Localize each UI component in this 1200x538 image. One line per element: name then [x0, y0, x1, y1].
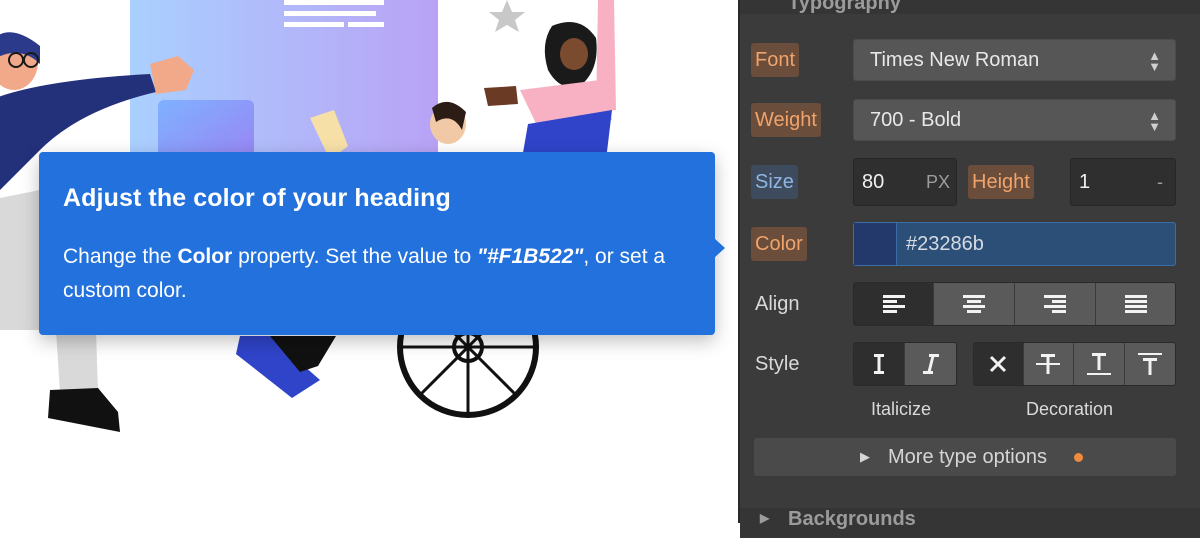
- weight-select[interactable]: 700 - Bold ▲ ▼: [853, 99, 1176, 141]
- overline-icon: [1137, 353, 1162, 375]
- chevron-right-icon: ▶: [860, 449, 870, 464]
- onboarding-tooltip: Adjust the color of your heading Change …: [39, 152, 725, 335]
- weight-label[interactable]: Weight: [751, 103, 821, 137]
- decoration-caption: Decoration: [1026, 399, 1114, 419]
- size-value: 80: [862, 171, 885, 193]
- font-value: Times New Roman: [870, 49, 1040, 71]
- color-swatch[interactable]: [854, 223, 897, 265]
- font-select[interactable]: Times New Roman ▲ ▼: [853, 39, 1176, 81]
- tooltip-property-name: Color: [177, 245, 233, 268]
- underline-button[interactable]: [1074, 343, 1125, 385]
- line-height-input[interactable]: 1 -: [1070, 158, 1176, 206]
- size-label[interactable]: Size: [751, 165, 798, 199]
- more-type-options-button[interactable]: ▶ More type options: [754, 438, 1176, 476]
- align-justify-button[interactable]: [1096, 283, 1175, 325]
- decoration-none-button[interactable]: [974, 343, 1024, 385]
- align-label: Align: [755, 293, 800, 315]
- tooltip-target-value: "#F1B522": [477, 245, 584, 268]
- typography-section-header[interactable]: Typography: [740, 0, 1200, 14]
- size-input[interactable]: 80 PX: [853, 158, 957, 206]
- color-hex-value: #23286b: [906, 233, 984, 255]
- strikethrough-icon: [1036, 354, 1061, 374]
- italic-on-icon: [922, 354, 939, 374]
- line-height-unit[interactable]: -: [1157, 159, 1163, 205]
- align-button-group: [853, 282, 1176, 326]
- align-left-button[interactable]: [854, 283, 934, 325]
- font-label[interactable]: Font: [751, 43, 800, 77]
- tooltip-text: Change the: [63, 245, 178, 268]
- more-type-options-label: More type options: [888, 446, 1047, 468]
- underline-icon: [1086, 353, 1111, 375]
- caret-down-icon: ▼: [1148, 59, 1161, 74]
- modified-indicator-dot: [1074, 453, 1083, 462]
- italicize-caption: Italicize: [871, 399, 932, 419]
- align-justify-icon: [1124, 295, 1147, 313]
- tooltip-text: property. Set the value to: [232, 245, 478, 268]
- italic-on-button[interactable]: [905, 343, 956, 385]
- color-label[interactable]: Color: [751, 227, 807, 261]
- design-canvas: Adjust the color of your heading Change …: [0, 0, 738, 523]
- caret-down-icon: ▼: [1148, 119, 1161, 134]
- strikethrough-button[interactable]: [1023, 343, 1075, 385]
- tooltip-pointer: [714, 238, 725, 258]
- section-title: Backgrounds: [788, 508, 916, 530]
- height-label[interactable]: Height: [968, 165, 1034, 199]
- weight-value: 700 - Bold: [870, 109, 962, 131]
- section-title: Typography: [788, 0, 901, 14]
- size-unit[interactable]: PX: [926, 159, 950, 205]
- align-left-icon: [882, 295, 905, 313]
- line-height-value: 1: [1079, 171, 1091, 193]
- style-label: Style: [755, 353, 800, 375]
- decoration-button-group: [973, 342, 1176, 386]
- align-center-button[interactable]: [934, 283, 1015, 325]
- backgrounds-section-header[interactable]: ▶ Backgrounds: [740, 508, 1200, 538]
- color-input[interactable]: #23286b: [853, 222, 1176, 266]
- tooltip-title: Adjust the color of your heading: [63, 184, 451, 212]
- italic-off-icon: [874, 354, 884, 374]
- italic-off-button[interactable]: [854, 343, 906, 385]
- align-right-button[interactable]: [1015, 283, 1096, 325]
- overline-button[interactable]: [1124, 343, 1175, 385]
- align-right-icon: [1044, 295, 1066, 313]
- align-center-icon: [963, 295, 985, 313]
- italic-button-group: [853, 342, 957, 386]
- decoration-none-icon: [990, 355, 1007, 373]
- tooltip-body: Change the Color property. Set the value…: [63, 240, 703, 308]
